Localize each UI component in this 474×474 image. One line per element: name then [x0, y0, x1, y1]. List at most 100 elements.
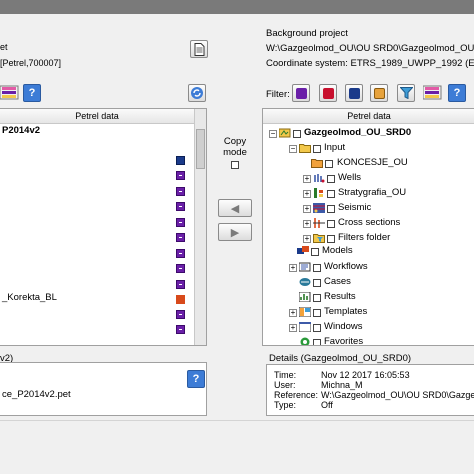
navy-data-icon — [348, 87, 360, 99]
left-project-title: et — [0, 42, 8, 52]
tree-checkbox[interactable] — [313, 279, 321, 287]
cases-icon — [299, 278, 311, 286]
left-tree-panel[interactable]: Petrel data P2014v2 _Korekta_BL — [0, 108, 207, 346]
left-tree-root[interactable]: P2014v2 — [2, 125, 40, 137]
left-item-korekta[interactable]: _Korekta_BL — [2, 292, 57, 304]
tree-item-models[interactable]: Models — [322, 245, 353, 257]
expander-plus[interactable]: + — [303, 220, 311, 228]
expander-plus[interactable]: + — [303, 190, 311, 198]
tree-checkbox[interactable] — [327, 205, 335, 213]
left-project-id: [Petrel,700007] — [0, 58, 62, 68]
refresh-icon — [191, 87, 203, 99]
filter-funnel-button[interactable] — [397, 84, 415, 102]
right-filter-tool[interactable] — [422, 84, 445, 102]
expander-plus[interactable]: + — [289, 324, 297, 332]
right-column-header: Petrel data — [263, 109, 474, 124]
templates-icon — [299, 307, 311, 317]
tree-item-seismic[interactable]: Seismic — [338, 202, 371, 214]
project-icon — [279, 128, 291, 138]
filter-button-3[interactable] — [345, 84, 363, 102]
copy-right-button[interactable]: ▶ — [218, 223, 252, 241]
details-reference-value: W:\Gazgeolmod_OU\OU SRD0\Gazgeolm — [321, 390, 474, 400]
background-project-label: Background project — [266, 28, 348, 39]
left-item-icon — [176, 325, 185, 334]
left-help-button[interactable]: ? — [23, 84, 41, 102]
tree-item-cases[interactable]: Cases — [324, 276, 351, 288]
details-time-label: Time: — [274, 370, 297, 380]
windows-icon — [299, 322, 311, 332]
right-tree-panel[interactable]: Petrel data − Gazgeolmod_OU_SRD0 − Input… — [262, 108, 474, 346]
filter-label: Filter: — [266, 89, 290, 100]
tree-item-cross-sections[interactable]: Cross sections — [338, 217, 400, 229]
open-project-button[interactable] — [190, 40, 208, 58]
copy-left-button[interactable]: ◀ — [218, 199, 252, 217]
tree-checkbox[interactable] — [313, 145, 321, 153]
arrow-right-icon: ▶ — [230, 226, 240, 239]
tree-item-templates[interactable]: Templates — [324, 306, 367, 318]
tree-item-input[interactable]: Input — [324, 142, 345, 154]
left-scrollbar[interactable] — [194, 109, 206, 345]
left-item-icon — [176, 280, 185, 289]
filter-button-2[interactable] — [319, 84, 337, 102]
details-reference-label: Reference: — [274, 390, 319, 400]
expander-plus[interactable]: + — [303, 175, 311, 183]
expander-plus[interactable]: + — [289, 264, 297, 272]
purple-data-icon — [295, 87, 307, 99]
right-help-button[interactable]: ? — [448, 84, 466, 102]
details-type-label: Type: — [274, 400, 297, 410]
tree-checkbox[interactable] — [327, 175, 335, 183]
tree-checkbox[interactable] — [293, 130, 301, 138]
copy-mode-label: Copy — [223, 136, 247, 147]
tree-item-results[interactable]: Results — [324, 291, 356, 303]
tree-checkbox[interactable] — [311, 248, 319, 256]
tree-checkbox[interactable] — [313, 309, 321, 317]
refresh-button[interactable] — [188, 84, 206, 102]
app-window: et [Petrel,700007] ? Petrel data P2014v2… — [0, 0, 474, 474]
tree-item-filters-folder[interactable]: Filters folder — [338, 232, 390, 244]
tree-item-windows[interactable]: Windows — [324, 321, 363, 333]
left-details-help-button[interactable]: ? — [187, 370, 205, 388]
tree-item-stratygrafia[interactable]: Stratygrafia_OU — [338, 187, 406, 199]
left-scroll-thumb[interactable] — [196, 129, 205, 169]
left-item-icon — [176, 310, 185, 319]
left-item-icon — [176, 187, 185, 196]
tree-item-wells[interactable]: Wells — [338, 172, 361, 184]
tree-checkbox[interactable] — [327, 235, 335, 243]
left-item-icon — [176, 218, 185, 227]
left-item-icon — [176, 295, 185, 304]
tree-checkbox[interactable] — [313, 264, 321, 272]
left-column-header: Petrel data — [0, 109, 194, 124]
expander-plus[interactable]: + — [303, 235, 311, 243]
tree-checkbox[interactable] — [327, 220, 335, 228]
seismic-icon — [313, 203, 325, 213]
tree-checkbox[interactable] — [325, 160, 333, 168]
filter-icon — [399, 87, 413, 99]
tree-item-workflows[interactable]: Workflows — [324, 261, 368, 273]
document-icon — [194, 42, 204, 56]
details-type-value: Off — [321, 400, 333, 410]
tree-item-project[interactable]: Gazgeolmod_OU_SRD0 — [304, 127, 411, 139]
coordinate-system: Coordinate system: ETRS_1989_UWPP_1992 (… — [266, 58, 474, 69]
help-icon: ? — [192, 373, 200, 385]
left-item-icon — [176, 233, 185, 242]
tree-checkbox[interactable] — [313, 324, 321, 332]
tree-item-favorites[interactable]: Favorites — [324, 336, 363, 345]
expander-plus[interactable]: + — [289, 309, 297, 317]
filters-folder-icon — [313, 234, 325, 243]
filter-button-4[interactable] — [370, 84, 388, 102]
layers-icon — [0, 85, 19, 100]
filter-button-1[interactable] — [292, 84, 310, 102]
expander-minus[interactable]: − — [269, 130, 277, 138]
expander-minus[interactable]: − — [289, 145, 297, 153]
tree-checkbox[interactable] — [313, 339, 321, 345]
tree-checkbox[interactable] — [313, 294, 321, 302]
right-details-panel: Time: Nov 12 2017 16:05:53 User: Michna_… — [266, 364, 474, 416]
expander-plus[interactable]: + — [303, 205, 311, 213]
models-icon — [297, 246, 309, 254]
title-bar — [0, 0, 474, 14]
workflows-icon — [299, 262, 311, 272]
tree-item-koncesje[interactable]: KONCESJE_OU — [337, 157, 408, 169]
left-filter-tool[interactable] — [0, 84, 22, 102]
copy-mode-checkbox[interactable] — [231, 161, 239, 169]
tree-checkbox[interactable] — [327, 190, 335, 198]
